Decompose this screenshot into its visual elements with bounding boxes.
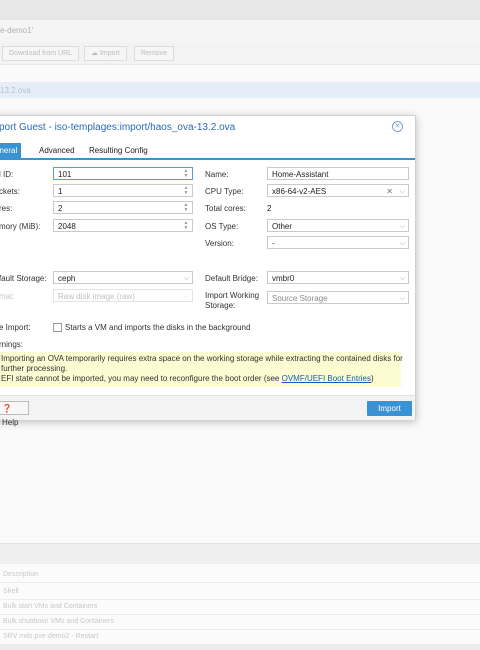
warning-line-efi: EFI state cannot be imported, you may ne… — [1, 374, 374, 383]
bottom-bar — [0, 644, 480, 650]
cores-field[interactable]: 2 ▲ ▼ — [53, 201, 193, 214]
vmid-field[interactable]: 101 ▲ ▼ — [53, 167, 193, 180]
os-type-value: Other — [272, 222, 293, 231]
name-label: Name: — [205, 170, 229, 179]
close-icon[interactable]: ✕ — [392, 121, 403, 132]
cloud-icon: ☁ — [91, 50, 98, 57]
live-import-text: Starts a VM and imports the disks in the… — [65, 323, 251, 332]
version-value: - — [272, 239, 275, 248]
task-description: SRV mds.pve-demo2 - Restart — [3, 633, 99, 640]
storage-row-label: 13.2.ova — [0, 86, 31, 95]
task-column-header[interactable]: Description — [0, 568, 480, 583]
import-guest-dialog: port Guest - iso-templages:import/haos_o… — [0, 115, 416, 427]
tab-advanced[interactable]: Advanced — [35, 143, 79, 158]
task-description: Bulk shutdown VMs and Containers — [3, 618, 114, 625]
vmid-label: l ID: — [0, 170, 14, 179]
import-button-bg[interactable]: ☁ Import — [84, 46, 127, 61]
task-panel-header — [0, 543, 480, 564]
remove-button[interactable]: Remove — [134, 46, 175, 61]
task-row[interactable]: Bulk shutdown VMs and Containers — [0, 615, 480, 630]
help-label: Help — [2, 418, 19, 427]
default-bridge-label: Default Bridge: — [205, 274, 258, 283]
working-storage-label-2: Storage: — [205, 301, 236, 310]
dialog-tabs: eneral Advanced Resulting Config — [0, 141, 415, 160]
clear-icon[interactable]: ✕ — [386, 185, 393, 198]
chevron-down-icon: ⌵ — [183, 293, 189, 300]
node-title-bar: e-demo1' — [0, 20, 480, 43]
warning-text-end: ) — [370, 374, 374, 383]
spinner-icon[interactable]: ▲ ▼ — [183, 203, 189, 213]
warning-line: further processing. — [1, 364, 68, 373]
name-field[interactable]: Home-Assistant — [267, 167, 409, 180]
cores-label: res: — [0, 204, 13, 213]
storage-content-row[interactable]: 13.2.ova — [0, 82, 480, 98]
task-row[interactable]: Bulk start VMs and Containers — [0, 600, 480, 615]
cores-value: 2 — [58, 204, 63, 213]
task-description: Shell — [3, 588, 19, 595]
default-bridge-select[interactable]: vmbr0 ⌵ — [267, 271, 409, 284]
default-storage-value: ceph — [58, 274, 76, 283]
working-storage-label-1: Import Working — [205, 291, 260, 300]
vmid-value: 101 — [58, 170, 72, 179]
spinner-icon[interactable]: ▲ ▼ — [183, 221, 189, 231]
ovmf-uefi-boot-entries-link[interactable]: OVMF/UEFI Boot Entries — [282, 374, 371, 383]
dialog-title: port Guest - iso-templages:import/haos_o… — [0, 122, 236, 133]
cpu-type-value: x86-64-v2-AES — [272, 187, 327, 196]
chevron-down-icon[interactable]: ⌵ — [400, 220, 405, 233]
download-from-url-button[interactable]: Download from URL — [2, 46, 80, 61]
sockets-label: ckets: — [0, 187, 20, 196]
task-row[interactable]: Shell — [0, 585, 480, 600]
default-storage-label: fault Storage: — [0, 274, 47, 283]
os-type-select[interactable]: Other ⌵ — [267, 219, 409, 232]
help-icon: ❓ — [2, 404, 12, 413]
cpu-type-select[interactable]: x86-64-v2-AES ✕ ⌵ — [267, 184, 409, 197]
warnings-label: rnings: — [0, 340, 24, 349]
format-label: mat: — [0, 292, 15, 301]
live-import-checkbox[interactable] — [53, 323, 62, 332]
tab-general[interactable]: eneral — [0, 143, 22, 158]
task-description-header: Description — [3, 571, 39, 578]
spinner-icon[interactable]: ▲ ▼ — [183, 169, 189, 179]
total-cores-value: 2 — [267, 204, 272, 213]
working-storage-placeholder: Source Storage — [272, 294, 328, 303]
task-row[interactable]: SRV mds.pve-demo2 - Restart — [0, 630, 480, 645]
memory-field[interactable]: 2048 ▲ ▼ — [53, 219, 193, 232]
node-title: e-demo1' — [0, 26, 34, 35]
task-description: Bulk start VMs and Containers — [3, 603, 98, 610]
warnings-box: Importing an OVA temporarily requires ex… — [0, 352, 403, 387]
dialog-footer: ❓ Help Import — [0, 395, 415, 427]
format-select: Raw disk image (raw) ⌵ — [53, 289, 193, 302]
default-storage-select[interactable]: ceph ⌵ — [53, 271, 193, 284]
spinner-icon[interactable]: ▲ ▼ — [183, 186, 189, 196]
chevron-down-icon[interactable]: ⌵ — [400, 272, 405, 285]
memory-label: mory (MiB): — [0, 222, 41, 231]
version-select[interactable]: - ⌵ — [267, 236, 409, 249]
total-cores-label: Total cores: — [205, 204, 246, 213]
chevron-down-icon[interactable]: ⌵ — [184, 272, 189, 285]
top-bar — [0, 0, 480, 20]
import-label-bg: Import — [99, 50, 120, 57]
format-value: Raw disk image (raw) — [58, 292, 135, 301]
chevron-down-icon[interactable]: ⌵ — [400, 292, 405, 305]
os-type-label: OS Type: — [205, 222, 239, 231]
live-import-label: e Import: — [0, 323, 31, 332]
warning-line: Importing an OVA temporarily requires ex… — [1, 354, 403, 363]
name-value: Home-Assistant — [272, 170, 329, 179]
default-bridge-value: vmbr0 — [272, 274, 295, 283]
memory-value: 2048 — [58, 222, 76, 231]
chevron-down-icon[interactable]: ⌵ — [400, 185, 405, 198]
sockets-value: 1 — [58, 187, 63, 196]
version-label: Version: — [205, 239, 234, 248]
import-button[interactable]: Import — [367, 401, 412, 416]
help-button[interactable]: ❓ Help — [0, 401, 29, 427]
sockets-field[interactable]: 1 ▲ ▼ — [53, 184, 193, 197]
warning-text: EFI state cannot be imported, you may ne… — [1, 374, 282, 383]
tab-resulting-config[interactable]: Resulting Config — [85, 143, 152, 158]
chevron-down-icon[interactable]: ⌵ — [400, 237, 405, 250]
cpu-type-label: CPU Type: — [205, 187, 244, 196]
storage-toolbar: Download from URL ☁ Import Remove — [0, 42, 480, 65]
working-storage-select[interactable]: Source Storage ⌵ — [267, 291, 409, 304]
